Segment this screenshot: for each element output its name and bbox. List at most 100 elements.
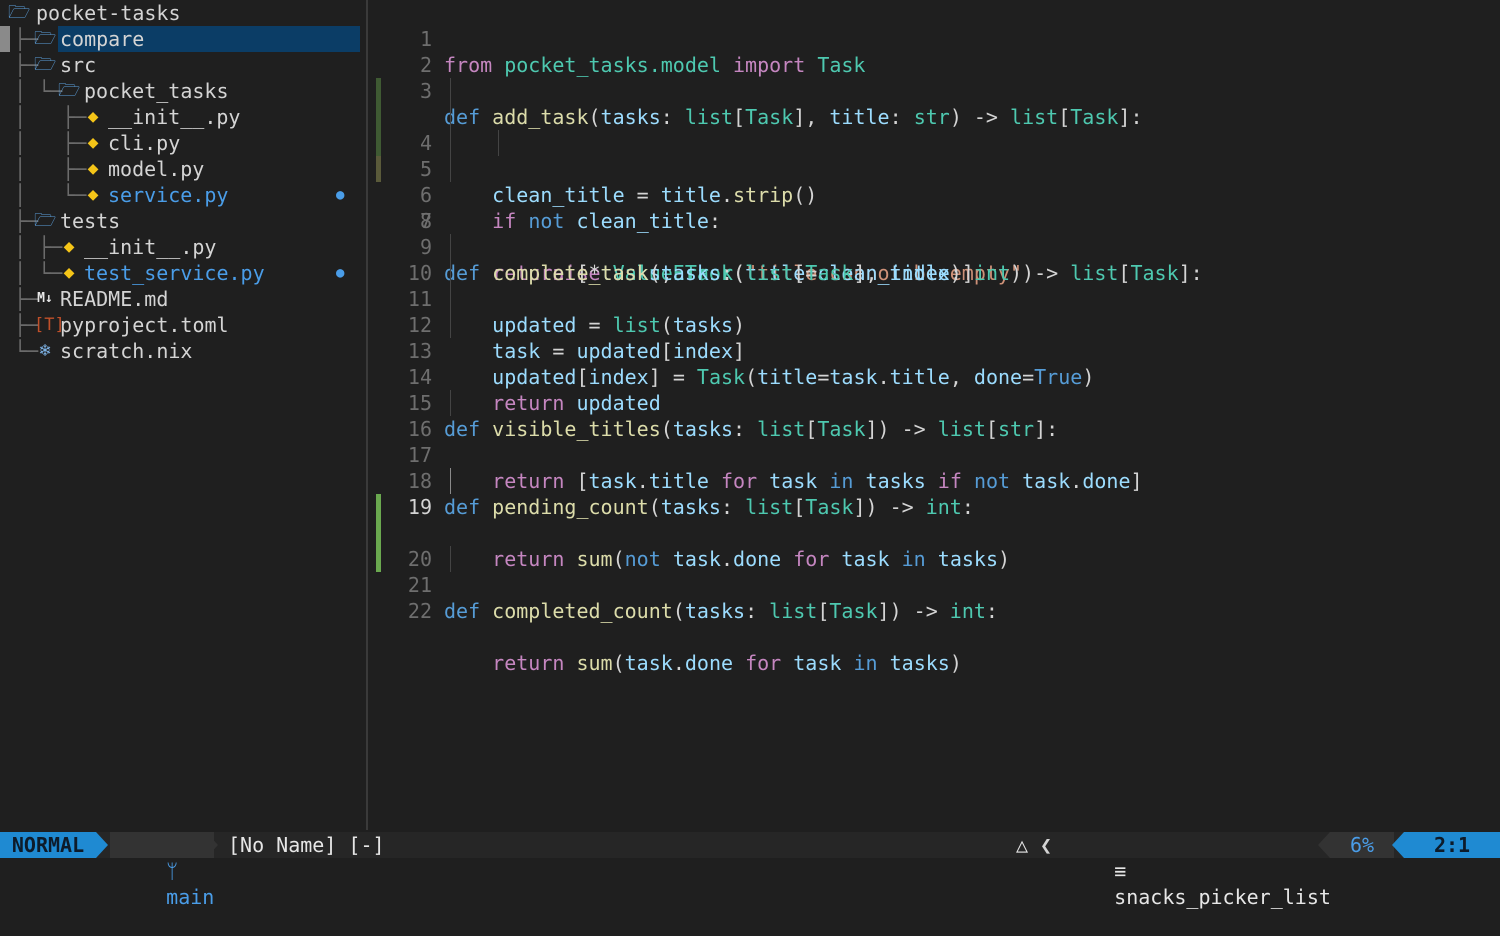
tree-item-scratch-nix[interactable]: └─ ❄ scratch.nix — [0, 338, 192, 364]
code-line-current: 19 return sum(not task.done for task in … — [368, 468, 1500, 571]
code-editor[interactable]: 1 from pocket_tasks.model import Task 2 … — [368, 0, 1500, 830]
modified-indicator: ● — [336, 187, 345, 203]
tree-item-label: src — [60, 53, 97, 77]
folder-open-icon: 🗁 — [34, 210, 57, 231]
indent-guide — [450, 234, 451, 260]
toml-icon: [T] — [34, 315, 65, 335]
tree-item-pocket-tasks-pkg[interactable]: │ └─ 🗁 pocket_tasks — [0, 78, 229, 104]
tree-item-label: cli.py — [108, 131, 181, 155]
tree-item-label: tests — [60, 209, 121, 233]
cursor-position: 2:1 — [1404, 832, 1500, 858]
indent-guide — [498, 130, 499, 156]
code-line: 13 return updated — [368, 312, 1500, 415]
code-line: 9 def complete_task(tasks: list[Task], i… — [368, 208, 1500, 285]
linux-icon: △ — [1016, 833, 1029, 857]
line-number: 22 — [407, 599, 432, 623]
python-icon: ◆ — [63, 236, 75, 257]
python-icon: ◆ — [87, 106, 99, 127]
code-line: 18 def pending_count(tasks: list[Task]) … — [368, 442, 1500, 519]
tree-guide: │ └─ — [14, 79, 63, 103]
tree-guide: │ ├─ — [14, 157, 87, 181]
git-change-sign — [376, 78, 381, 104]
indent-guide — [450, 260, 451, 286]
filetype-label: snacks_picker_list — [1114, 885, 1331, 909]
tree-item-readme[interactable]: ├─ M↓ README.md — [0, 286, 168, 312]
git-add-sign — [376, 546, 381, 572]
cursor-indicator — [0, 26, 10, 52]
folder-open-icon: 🗁 — [8, 2, 31, 23]
tree-item-service[interactable]: │ └─ ◆ service.py ● — [0, 182, 366, 208]
tree-guide: │ └─ — [14, 183, 87, 207]
indent-guide — [450, 156, 451, 182]
code-line: 12 updated[index] = Task(title=task.titl… — [368, 286, 1500, 389]
separator-arrow — [96, 832, 108, 858]
scroll-percent: 6% — [1330, 832, 1394, 858]
tree-guide: │ ├─ — [14, 131, 87, 155]
tree-guide: │ ├─ — [14, 105, 87, 129]
separator-arrow — [206, 832, 218, 858]
folder-open-icon: 🗁 — [58, 80, 81, 101]
tree-guide: │ ├─ — [14, 235, 63, 259]
git-change-sign — [376, 104, 381, 130]
separator-arrow — [1392, 832, 1404, 858]
tree-item-label: __init__.py — [108, 105, 241, 129]
tree-item-label: service.py — [108, 183, 229, 207]
tree-item-label: compare — [60, 27, 145, 51]
python-icon: ◆ — [63, 262, 75, 283]
indent-guide — [450, 130, 451, 156]
python-icon: ◆ — [87, 158, 99, 179]
code-line: 1 from pocket_tasks.model import Task — [368, 0, 1500, 77]
tree-item-label: pocket_tasks — [84, 79, 229, 103]
tree-item-label: README.md — [60, 287, 169, 311]
separator-chevron: ❮ — [1040, 833, 1053, 857]
tree-item-pocket-tasks[interactable]: 🗁 pocket-tasks — [0, 0, 181, 26]
tree-item-label: test_service.py — [84, 261, 265, 285]
tree-item-test-service[interactable]: │ └─ ◆ test_service.py ● — [0, 260, 366, 286]
code-line: 3 def add_task(tasks: list[Task], title:… — [368, 52, 1500, 129]
branch-name: main — [166, 885, 215, 909]
code-line: 7 return [*tasks, Task(title=clean_title… — [368, 156, 1500, 285]
folder-open-icon: 🗁 — [34, 54, 57, 75]
code-line: 20 — [368, 494, 1500, 571]
tree-item-label: __init__.py — [84, 235, 217, 259]
indent-guide — [450, 390, 451, 416]
code-line: 11 task = updated[index] — [368, 260, 1500, 363]
indent-guide — [450, 286, 451, 312]
git-branch[interactable]: ᛘ main — [110, 832, 214, 909]
code-line: 8 — [368, 182, 1500, 233]
tree-item-src-init[interactable]: │ ├─ ◆ __init__.py — [0, 104, 240, 130]
tree-item-tests[interactable]: ├─ 🗁 tests — [0, 208, 120, 234]
code-line: 22 return sum(task.done for task in task… — [368, 546, 1500, 675]
git-change-sign — [376, 130, 381, 156]
tree-item-compare[interactable]: ├─ 🗁 compare — [0, 26, 366, 52]
git-add-sign — [376, 520, 381, 546]
tree-item-tests-init[interactable]: │ ├─ ◆ __init__.py — [0, 234, 216, 260]
tree-item-pyproject[interactable]: ├─ [T] pyproject.toml — [0, 312, 229, 338]
code-line: 21 def completed_count(tasks: list[Task]… — [368, 520, 1500, 623]
git-branch-icon: ᛘ — [166, 859, 179, 883]
file-explorer: 🗁 pocket-tasks ├─ 🗁 compare ├─ 🗁 src │ └… — [0, 0, 366, 830]
tree-item-cli[interactable]: │ ├─ ◆ cli.py — [0, 130, 180, 156]
modified-indicator: ● — [336, 265, 345, 281]
tree-guide: │ └─ — [14, 261, 63, 285]
indent-guide — [450, 546, 451, 572]
tree-item-src[interactable]: ├─ 🗁 src — [0, 52, 96, 78]
markdown-icon: M↓ — [37, 291, 53, 306]
indent-guide — [450, 78, 451, 104]
code-line: 17 — [368, 416, 1500, 467]
python-icon: ◆ — [87, 132, 99, 153]
git-add-sign — [376, 494, 381, 520]
tree-item-label: pocket-tasks — [36, 1, 181, 25]
list-icon: ≡ — [1114, 859, 1127, 883]
code-line: 16 return [task.title for task in tasks … — [368, 390, 1500, 493]
code-line: 15 def visible_titles(tasks: list[Task])… — [368, 364, 1500, 441]
filetype: ≡ snacks_picker_list — [1066, 832, 1331, 909]
code-line: 4 clean_title = title.strip() — [368, 78, 1500, 207]
code-line: 10 updated = list(tasks) — [368, 234, 1500, 337]
code-text: return sum(task.done for task in tasks) — [492, 651, 962, 675]
tree-item-model[interactable]: │ ├─ ◆ model.py — [0, 156, 204, 182]
code-line: 5 if not clean_title: — [368, 104, 1500, 233]
code-line: 14 — [368, 338, 1500, 389]
folder-open-icon: 🗁 — [34, 28, 57, 49]
buffer-name: [No Name] [-] — [228, 833, 385, 857]
